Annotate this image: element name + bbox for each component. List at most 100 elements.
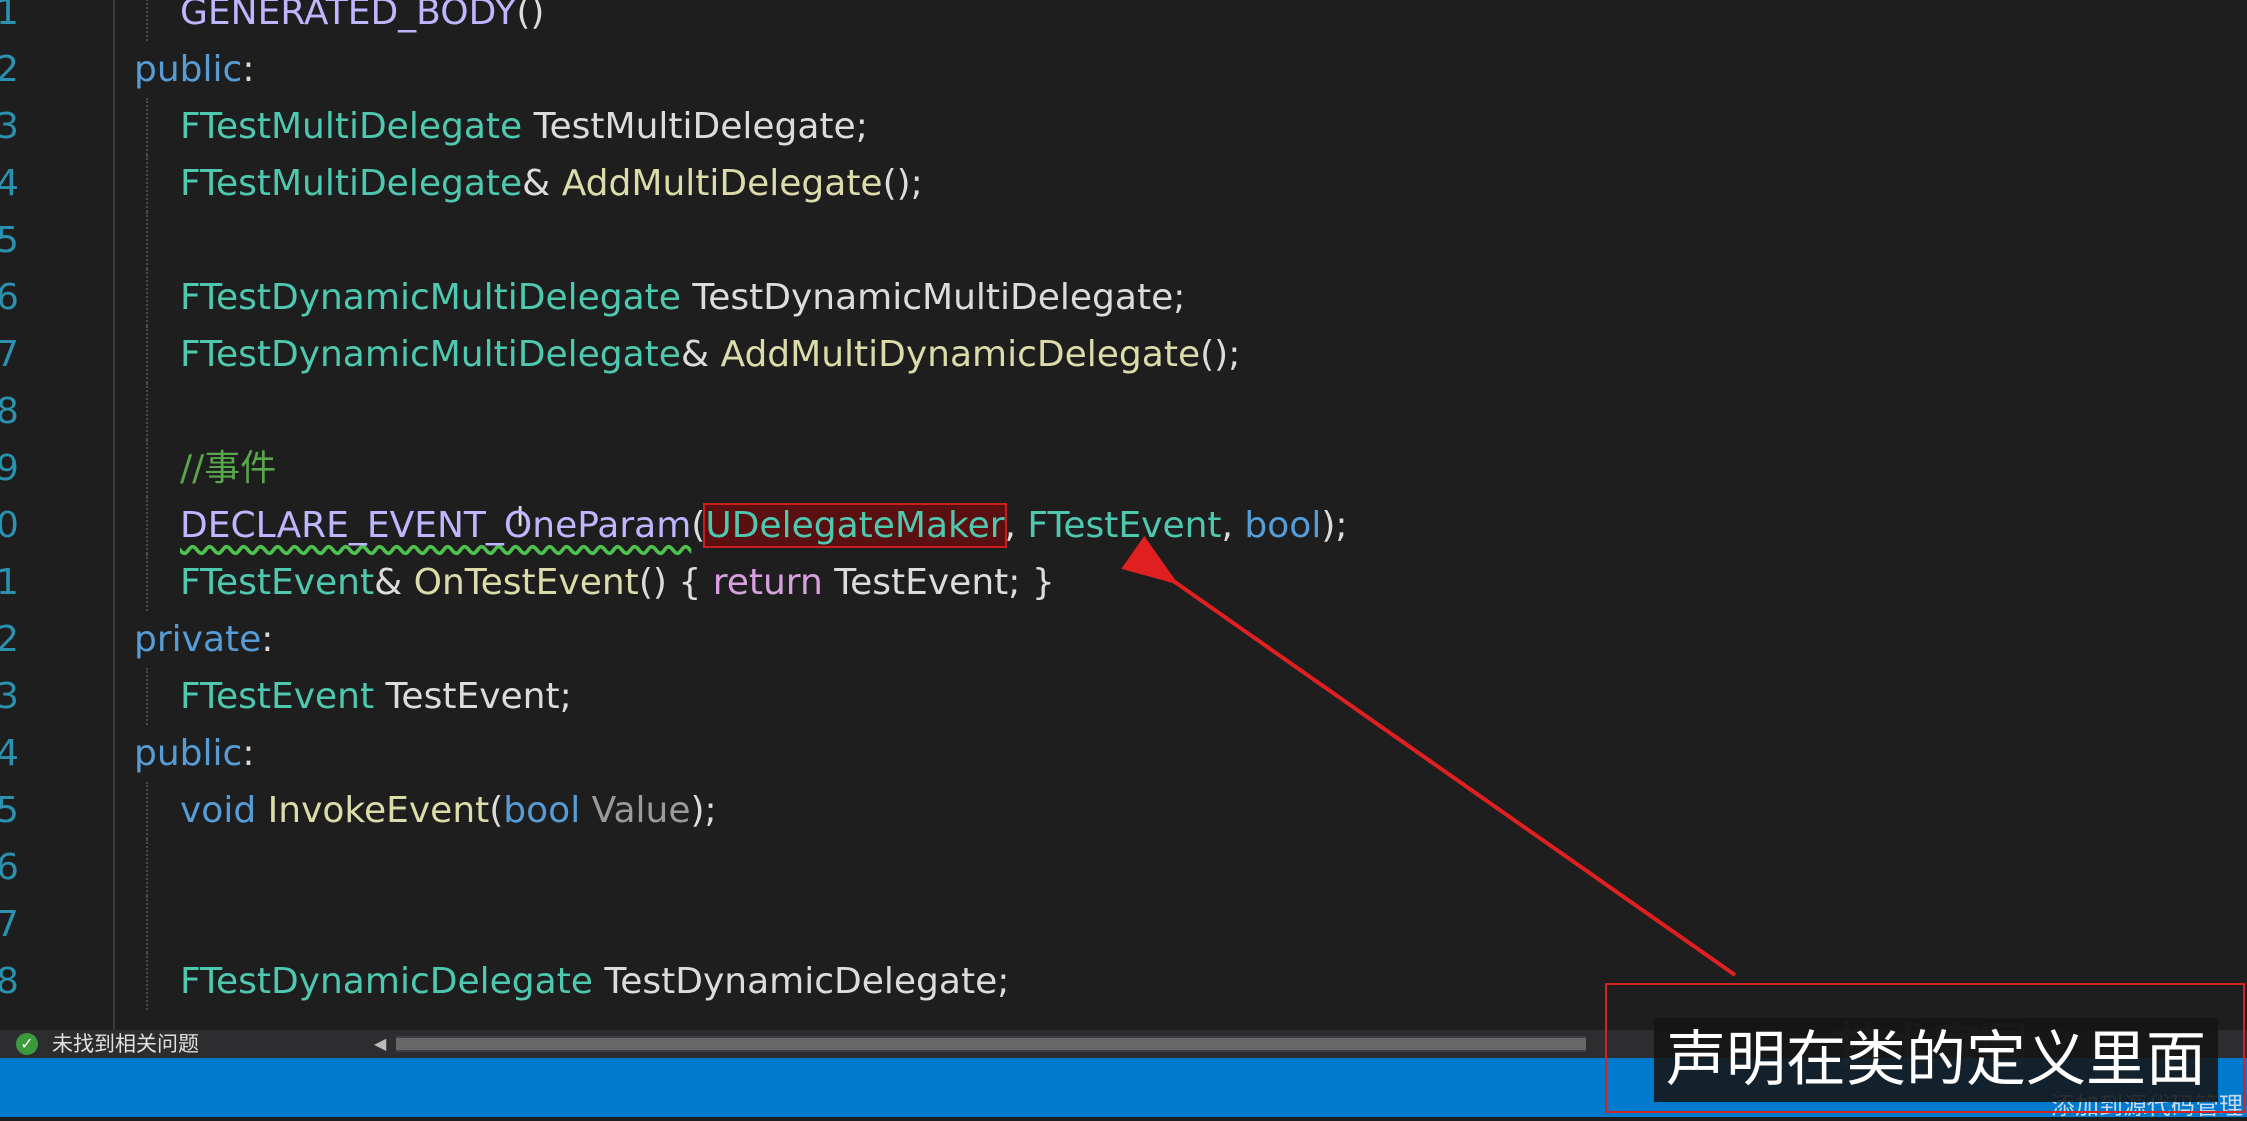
line-number: 3 — [0, 106, 19, 147]
indent-guide — [146, 155, 148, 212]
line-number: 3 — [0, 676, 19, 717]
code-token: return — [712, 562, 823, 603]
code-token: FTestMultiDelegate — [180, 106, 523, 147]
code-token: () { — [638, 562, 713, 603]
code-text: FTestEvent& OnTestEvent() { return TestE… — [180, 554, 1055, 611]
scrollbar-thumb[interactable] — [396, 1038, 1586, 1050]
line-number: 6 — [0, 277, 19, 318]
code-token: (); — [1200, 334, 1241, 375]
code-token: & — [680, 334, 721, 375]
code-token: bool — [503, 790, 581, 831]
code-token: DECLARE_EVENT_OneParam — [180, 505, 692, 546]
line-number: 1 — [0, 0, 19, 33]
code-text: FTestEvent TestEvent; — [180, 668, 572, 725]
line-number: 9 — [0, 448, 19, 489]
code-token: , — [1004, 505, 1028, 546]
check-circle-icon: ✓ — [16, 1033, 38, 1055]
indent-guide — [146, 326, 148, 383]
line-number: 8 — [0, 391, 19, 432]
code-editor[interactable]: I 1 GENERATED_BODY() 2 public: 3 FTestMultiDe… — [0, 0, 2247, 1030]
code-token: () — [516, 0, 545, 33]
code-token: GENERATED_BODY — [180, 0, 517, 33]
code-token: public — [134, 49, 243, 90]
indent-guide — [146, 953, 148, 1010]
code-token: Value — [591, 790, 691, 831]
code-text: FTestDynamicMultiDelegate TestDynamicMul… — [180, 269, 1185, 326]
code-text: FTestMultiDelegate& AddMultiDelegate(); — [180, 155, 923, 212]
code-text: void InvokeEvent(bool Value); — [180, 782, 717, 839]
horizontal-scrollbar[interactable] — [396, 1036, 1586, 1052]
line-number: 5 — [0, 220, 19, 261]
indent-guide — [146, 0, 148, 41]
indent-guide — [146, 782, 148, 839]
indent-guide — [146, 212, 148, 269]
code-token: FTestDynamicMultiDelegate — [180, 277, 681, 318]
code-text: FTestDynamicDelegate TestDynamicDelegate… — [180, 953, 1009, 1010]
code-text: private: — [134, 611, 273, 668]
code-token: public — [134, 733, 243, 774]
indent-guide — [146, 440, 148, 497]
issues-status[interactable]: 未找到相关问题 — [52, 1030, 199, 1058]
line-number: 7 — [0, 904, 19, 945]
indent-guide — [146, 497, 148, 554]
code-text: public: — [134, 725, 254, 782]
code-token: TestEvent; — [374, 676, 572, 717]
code-text: DECLARE_EVENT_OneParam(UDelegateMaker, F… — [180, 497, 1348, 554]
code-token: FTestEvent — [1027, 505, 1222, 546]
code-text: FTestMultiDelegate TestMultiDelegate; — [180, 98, 868, 155]
code-token: //事件 — [180, 448, 277, 489]
code-token: FTestEvent — [180, 562, 375, 603]
line-number: 5 — [0, 790, 19, 831]
code-text: GENERATED_BODY() — [180, 0, 544, 41]
code-token: TestDynamicDelegate; — [592, 961, 1010, 1002]
code-token: ); — [690, 790, 717, 831]
code-token: FTestMultiDelegate — [180, 163, 523, 204]
code-token: : — [261, 619, 274, 660]
scroll-left-icon[interactable]: ◀ — [374, 1030, 386, 1058]
code-token: ); — [1321, 505, 1348, 546]
indent-guide — [146, 98, 148, 155]
code-token: FTestEvent — [180, 676, 375, 717]
code-token: FTestDynamicDelegate — [180, 961, 593, 1002]
line-number: 2 — [0, 49, 19, 90]
line-number: 7 — [0, 334, 19, 375]
code-token: : — [242, 733, 255, 774]
code-token: AddMultiDelegate — [561, 163, 883, 204]
code-token: & — [522, 163, 562, 204]
code-token: (); — [882, 163, 923, 204]
indent-guide — [146, 269, 148, 326]
code-token: : — [242, 49, 255, 90]
indent-guide — [146, 383, 148, 440]
video-subtitle: 声明在类的定义里面 — [1654, 1018, 2218, 1102]
code-text: FTestDynamicMultiDelegate& AddMultiDynam… — [180, 326, 1240, 383]
code-token: void — [180, 790, 257, 831]
line-number: 8 — [0, 961, 19, 1002]
code-token: AddMultiDynamicDelegate — [720, 334, 1201, 375]
code-token: TestMultiDelegate; — [522, 106, 868, 147]
highlighted-token: UDelegateMaker — [703, 503, 1007, 548]
indent-guide — [146, 554, 148, 611]
code-text: //事件 — [180, 440, 276, 497]
indent-guide — [146, 839, 148, 896]
indent-guide — [146, 668, 148, 725]
code-token: TestEvent; } — [822, 562, 1055, 603]
code-token: , — [1221, 505, 1245, 546]
indent-guide — [146, 896, 148, 953]
code-token: FTestDynamicMultiDelegate — [180, 334, 681, 375]
code-token: InvokeEvent — [267, 790, 490, 831]
line-number: 1 — [0, 562, 19, 603]
code-token: TestDynamicMultiDelegate; — [680, 277, 1186, 318]
code-token: bool — [1244, 505, 1322, 546]
gutter-divider — [113, 0, 115, 1030]
line-number: 4 — [0, 733, 19, 774]
code-token: ( — [489, 790, 504, 831]
line-number: 6 — [0, 847, 19, 888]
line-number: 0 — [0, 505, 19, 546]
code-token: OnTestEvent — [413, 562, 639, 603]
code-text: public: — [134, 41, 254, 98]
code-token: private — [134, 619, 262, 660]
code-token: & — [374, 562, 414, 603]
code-token: ( — [691, 505, 706, 546]
line-number: 2 — [0, 619, 19, 660]
